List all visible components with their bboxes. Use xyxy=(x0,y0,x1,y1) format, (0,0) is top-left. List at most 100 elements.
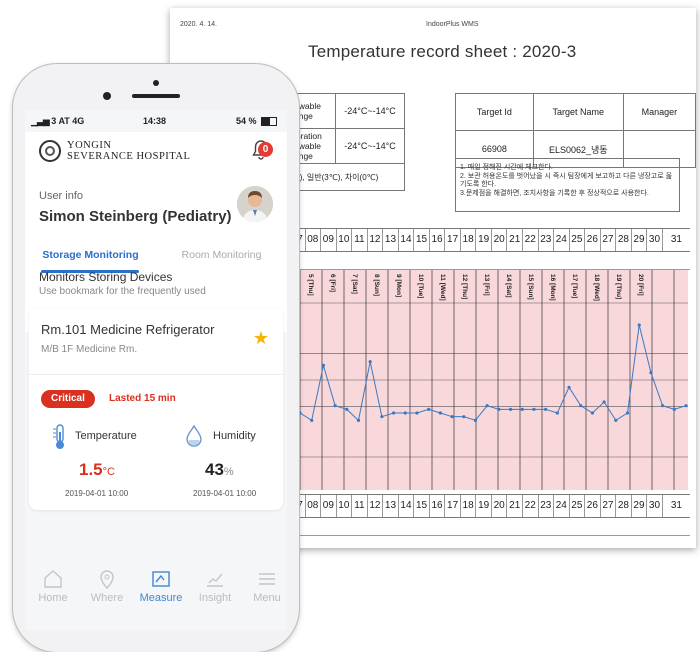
target-id-header: Target Id xyxy=(455,93,534,131)
blank-row xyxy=(290,251,690,270)
temperature-value: 1.5°C xyxy=(79,460,115,479)
weekday-label: 14 [Sat] xyxy=(505,274,512,297)
location-pin-icon xyxy=(100,570,114,589)
nav-insight[interactable]: Insight xyxy=(189,568,241,604)
day-cell: 14 xyxy=(399,229,415,251)
data-point xyxy=(520,407,524,411)
nav-menu[interactable]: Menu xyxy=(241,568,287,604)
front-camera xyxy=(103,92,111,100)
target-name-header: Target Name xyxy=(532,93,624,131)
data-point xyxy=(450,415,454,419)
section-title: Monitors Storing Devices xyxy=(39,270,173,284)
day-cell: 22 xyxy=(523,229,539,251)
day-cell: 10 xyxy=(337,495,353,517)
day-cell: 24 xyxy=(554,229,570,251)
signal-icon: ▁▃▅ xyxy=(31,116,50,126)
device-card[interactable]: Rm.101 Medicine Refrigerator M/B 1F Medi… xyxy=(29,308,283,510)
day-cell: 29 xyxy=(632,229,648,251)
data-point xyxy=(661,404,665,408)
device-name: Rm.101 Medicine Refrigerator xyxy=(41,322,215,337)
day-cell: 10 xyxy=(337,229,353,251)
nav-where[interactable]: Where xyxy=(81,568,133,604)
day-cell: 25 xyxy=(570,229,586,251)
status-bar: ▁▃▅ 3 AT 4G 14:38 54 % xyxy=(25,116,287,130)
section-subtitle: Use bookmark for the frequently used xyxy=(39,286,206,297)
data-point xyxy=(427,407,431,411)
weekday-label: 19 [Thu] xyxy=(615,274,622,299)
avatar[interactable] xyxy=(237,186,273,222)
data-point xyxy=(672,407,676,411)
day-cell: 24 xyxy=(554,495,570,517)
data-point xyxy=(649,371,653,375)
device-location: M/B 1F Medicine Rm. xyxy=(41,344,138,355)
day-cell: 17 xyxy=(445,229,461,251)
data-point xyxy=(403,411,407,415)
data-point xyxy=(532,407,536,411)
sheet-title: Temperature record sheet : 2020-3 xyxy=(308,42,577,61)
day-cell: 09 xyxy=(321,229,337,251)
day-cell: 19 xyxy=(476,229,492,251)
data-point xyxy=(485,404,489,408)
note-line: 2. 보관 허용온도를 벗어났을 시 즉시 팀장에게 보고하고 다른 냉장고로 … xyxy=(460,172,673,189)
day-cell: 09 xyxy=(321,495,337,517)
day-cell: 13 xyxy=(383,229,399,251)
temperature-label: Temperature xyxy=(75,430,137,442)
day-cell: 26 xyxy=(585,229,601,251)
home-icon xyxy=(44,570,62,588)
day-cell: 27 xyxy=(601,495,617,517)
logo-line-1: YONGIN xyxy=(67,140,112,151)
day-header-row: 0708091011121314151617181920212223242526… xyxy=(290,228,690,252)
notification-badge[interactable]: 0 xyxy=(258,142,273,157)
weekday-label: 17 [Tue] xyxy=(571,274,578,298)
data-point xyxy=(310,418,314,422)
bookmark-star-icon[interactable]: ★ xyxy=(253,328,269,349)
nav-measure[interactable]: Measure xyxy=(135,568,187,604)
tab-room-monitoring[interactable]: Room Monitoring xyxy=(156,240,287,270)
weekday-label: 20 [Fri] xyxy=(637,274,644,296)
data-point xyxy=(637,323,641,327)
day-cell: 08 xyxy=(306,495,322,517)
phone-frame: ▁▃▅ 3 AT 4G 14:38 54 % YONGIN SEVERANCE … xyxy=(13,64,299,652)
range-value: -24°C~-14°C xyxy=(335,93,405,129)
data-point xyxy=(380,415,384,419)
weekday-label: 10 [Tue] xyxy=(417,274,424,298)
data-point xyxy=(368,360,372,364)
print-date: 2020. 4. 14. xyxy=(180,21,217,28)
weekday-label: 18 [Wed] xyxy=(593,274,600,301)
day-cell: 23 xyxy=(539,495,555,517)
data-point xyxy=(497,407,501,411)
data-point xyxy=(356,418,361,422)
weekday-label: 15 [Sun] xyxy=(527,274,534,300)
humidity-value: 43% xyxy=(205,460,234,479)
day-cell: 30 xyxy=(647,229,663,251)
data-point xyxy=(590,411,595,415)
humidity-timestamp: 2019-04-01 10:00 xyxy=(193,489,257,498)
nav-home[interactable]: Home xyxy=(27,568,79,604)
data-point xyxy=(567,385,571,389)
data-point xyxy=(579,404,583,408)
clock: 14:38 xyxy=(143,116,167,126)
user-name: Simon Steinberg (Pediatry) xyxy=(39,208,232,225)
weekday-label: 11 [Wed] xyxy=(439,274,446,301)
day-cell: 08 xyxy=(306,229,322,251)
day-cell: 31 xyxy=(670,234,682,245)
hospital-logo: YONGIN SEVERANCE HOSPITAL xyxy=(39,140,190,162)
day-cell: 23 xyxy=(539,229,555,251)
data-point xyxy=(473,418,478,422)
weekday-label: 5 [Thu] xyxy=(307,274,314,296)
weekday-label: 8 [Sun] xyxy=(373,274,380,296)
carrier-label: ▁▃▅ 3 AT 4G xyxy=(31,116,85,126)
deviation-note: C), 일반(3℃), 차이(0℃) xyxy=(290,163,405,191)
print-app-name: IndoorPlus WMS xyxy=(426,21,479,28)
day-cell: 25 xyxy=(570,495,586,517)
temperature-timestamp: 2019-04-01 10:00 xyxy=(65,489,129,498)
day-cell: 18 xyxy=(461,229,477,251)
day-cell: 22 xyxy=(523,495,539,517)
data-point xyxy=(345,407,349,411)
instruction-notes: 1. 매일 정해진 시간에 체크한다. 2. 보관 허용온도를 벗어났을 시 즉… xyxy=(455,158,680,212)
calibration-range-value: -24°C~-14°C xyxy=(335,128,405,164)
day-cell: 20 xyxy=(492,229,508,251)
day-cell: 14 xyxy=(399,495,415,517)
app-header: YONGIN SEVERANCE HOSPITAL 0 User info Si… xyxy=(25,132,287,332)
tab-storage-monitoring[interactable]: Storage Monitoring xyxy=(25,240,156,270)
